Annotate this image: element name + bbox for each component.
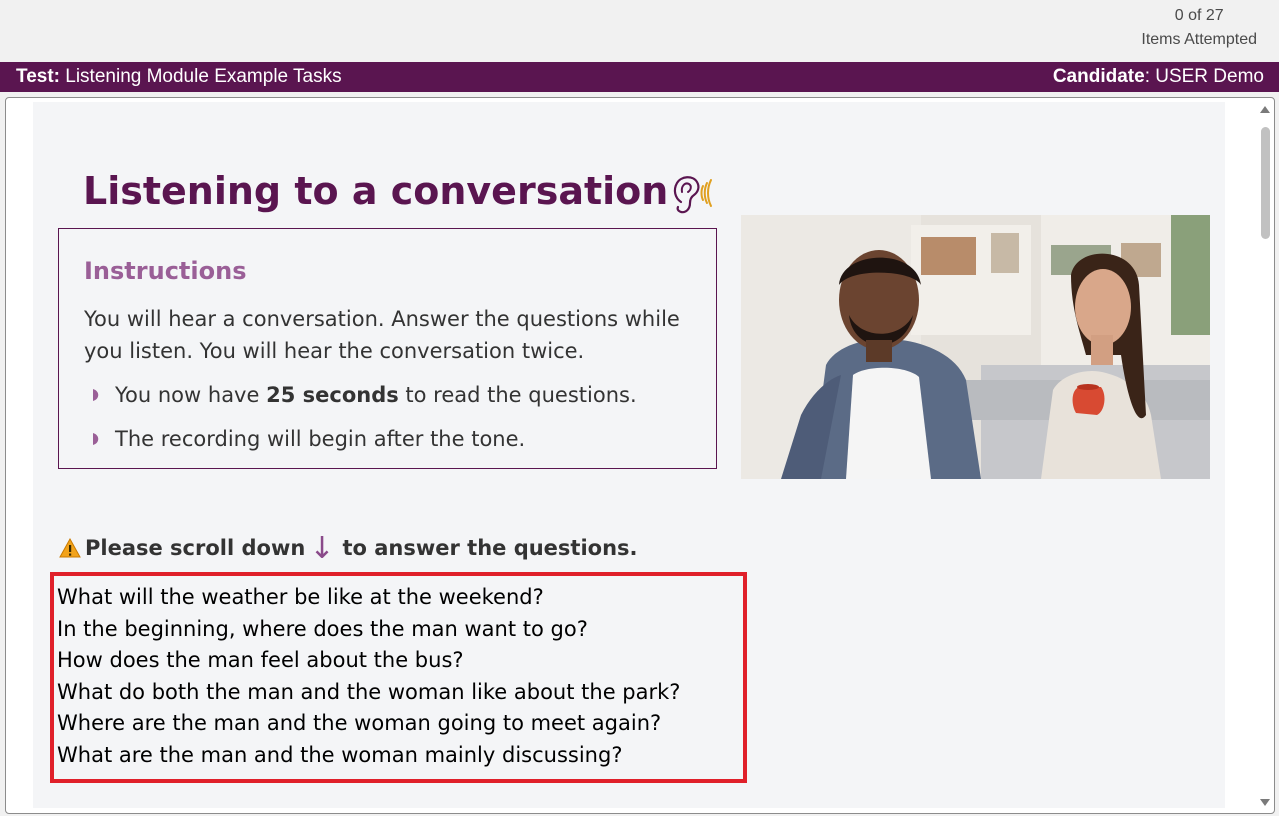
instructions-heading: Instructions: [84, 257, 247, 285]
bullet-icon: [93, 389, 99, 401]
top-bar: 0 of 27 Items Attempted: [0, 0, 1279, 62]
ear-listening-icon: [673, 176, 712, 214]
scroll-up-arrow-icon[interactable]: [1259, 104, 1271, 114]
instructions-item-text: The recording will begin after the tone.: [115, 427, 526, 451]
scrollbar-thumb[interactable]: [1261, 127, 1270, 239]
test-name: Test: Listening Module Example Tasks: [16, 62, 342, 92]
questions-list: What will the weather be like at the wee…: [50, 572, 747, 783]
test-title-bar: Test: Listening Module Example Tasks Can…: [0, 62, 1279, 92]
question-item: How does the man feel about the bus?: [57, 648, 464, 673]
question-item: What do both the man and the woman like …: [57, 679, 681, 704]
instructions-body: You will hear a conversation. Answer the…: [84, 307, 680, 363]
scroll-down-notice: Please scroll down ↓ to answer the questio…: [59, 532, 638, 565]
question-item: In the beginning, where does the man wan…: [57, 616, 588, 641]
question-item: What are the man and the woman mainly di…: [57, 742, 623, 767]
scroll-down-arrow-icon[interactable]: [1259, 798, 1271, 808]
instructions-item: The recording will begin after the tone.: [91, 423, 637, 467]
instructions-panel: Instructions You will hear a conversatio…: [58, 228, 717, 469]
items-attempted-count: 0 of 27: [1174, 7, 1224, 24]
instructions-item: You now have 25 seconds to read the ques…: [91, 379, 637, 423]
task-frame: Listening to a conversation Instructions…: [5, 97, 1275, 814]
instructions-item-emphasis: 25 seconds: [266, 383, 399, 407]
vertical-scrollbar[interactable]: [1258, 102, 1272, 810]
conversation-photo: [741, 215, 1210, 479]
arrow-down-icon: ↓: [309, 531, 335, 566]
question-item: What will the weather be like at the wee…: [57, 585, 544, 609]
items-attempted-counter: 0 of 27 Items Attempted: [1141, 4, 1257, 52]
candidate-label: Candidate: [1052, 66, 1145, 87]
candidate-name-value: : USER Demo: [1144, 66, 1264, 87]
items-attempted-caption: Items Attempted: [1141, 31, 1257, 48]
test-label: Test:: [16, 66, 60, 87]
candidate-name: Candidate: USER Demo: [1053, 62, 1264, 92]
instructions-item-text: You now have: [115, 383, 267, 407]
scroll-note-text-end: to answer the questions.: [342, 536, 638, 560]
instructions-list: You now have 25 seconds to read the ques…: [91, 379, 637, 467]
bullet-icon: [93, 433, 99, 445]
scroll-note-text: Please scroll down: [85, 536, 306, 560]
warning-icon: [59, 538, 81, 558]
test-name-value: Listening Module Example Tasks: [65, 66, 342, 87]
page-title: Listening to a conversation: [83, 169, 669, 213]
instructions-item-text-end: to read the questions.: [398, 383, 637, 407]
task-content: Listening to a conversation Instructions…: [33, 102, 1225, 808]
question-item: Where are the man and the woman going to…: [57, 711, 662, 736]
